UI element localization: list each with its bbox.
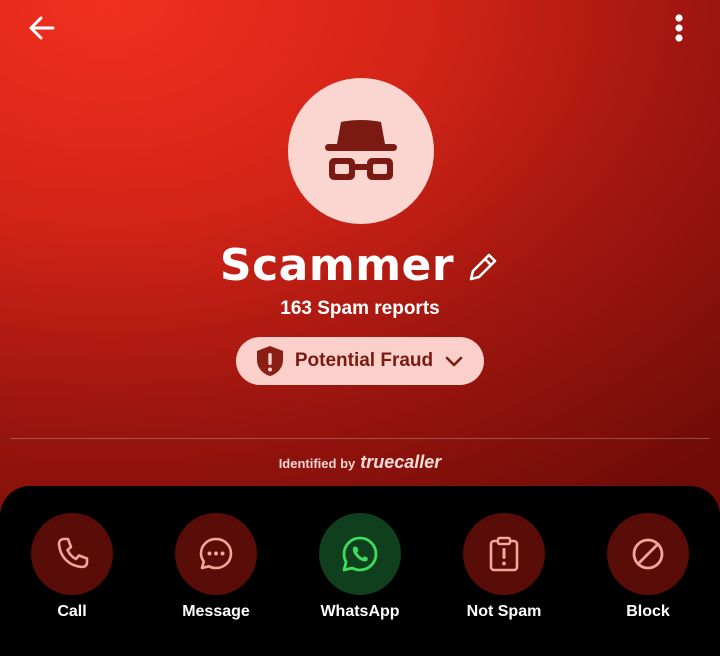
not-spam-label: Not Spam xyxy=(466,603,542,620)
caller-name: Scammer xyxy=(219,239,455,291)
not-spam-button-circle xyxy=(463,513,545,595)
identified-by-truecaller: Identified by truecaller xyxy=(0,452,720,476)
whatsapp-button-circle xyxy=(319,513,401,595)
call-button-circle xyxy=(31,513,113,595)
whatsapp-label: WhatsApp xyxy=(320,603,400,620)
identified-by-label: Identified by xyxy=(278,456,356,471)
phone-icon xyxy=(57,537,89,569)
more-options-button[interactable] xyxy=(655,4,703,52)
spam-reports-count: 163 Spam reports xyxy=(280,298,440,319)
block-button-circle xyxy=(607,513,689,595)
incognito-spy-icon xyxy=(325,120,397,180)
message-label: Message xyxy=(182,603,250,620)
pencil-icon xyxy=(469,253,497,281)
not-spam-button[interactable]: Not Spam xyxy=(434,513,574,633)
more-vertical-icon xyxy=(675,14,683,42)
block-label: Block xyxy=(626,603,670,620)
potential-fraud-chip[interactable]: Potential Fraud xyxy=(236,337,484,385)
call-button[interactable]: Call xyxy=(2,513,142,633)
whatsapp-button[interactable]: WhatsApp xyxy=(290,513,430,633)
message-button[interactable]: Message xyxy=(146,513,286,633)
arrow-left-icon xyxy=(29,16,55,40)
potential-fraud-label: Potential Fraud xyxy=(294,350,434,371)
caller-name-row: Scammer xyxy=(0,234,720,296)
clipboard-alert-icon xyxy=(489,536,519,572)
whatsapp-icon xyxy=(342,536,378,572)
edit-name-button[interactable] xyxy=(466,250,500,284)
divider xyxy=(10,438,710,439)
call-label: Call xyxy=(57,603,87,620)
message-button-circle xyxy=(175,513,257,595)
back-button[interactable] xyxy=(18,4,66,52)
avatar xyxy=(288,78,434,224)
block-icon xyxy=(632,538,664,570)
truecaller-logo: truecaller xyxy=(360,452,442,472)
block-button[interactable]: Block xyxy=(578,513,718,633)
message-bubble-icon xyxy=(199,537,233,570)
chevron-down-icon xyxy=(445,356,463,367)
shield-alert-icon xyxy=(256,346,283,376)
